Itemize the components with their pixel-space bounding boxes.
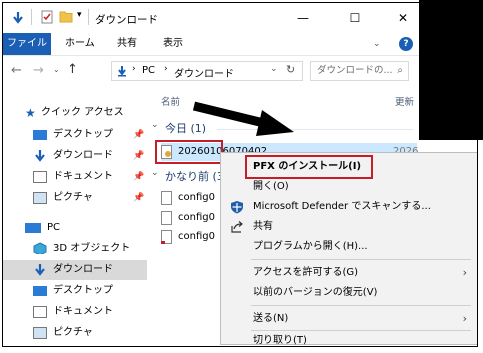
- window-border: [2, 2, 478, 347]
